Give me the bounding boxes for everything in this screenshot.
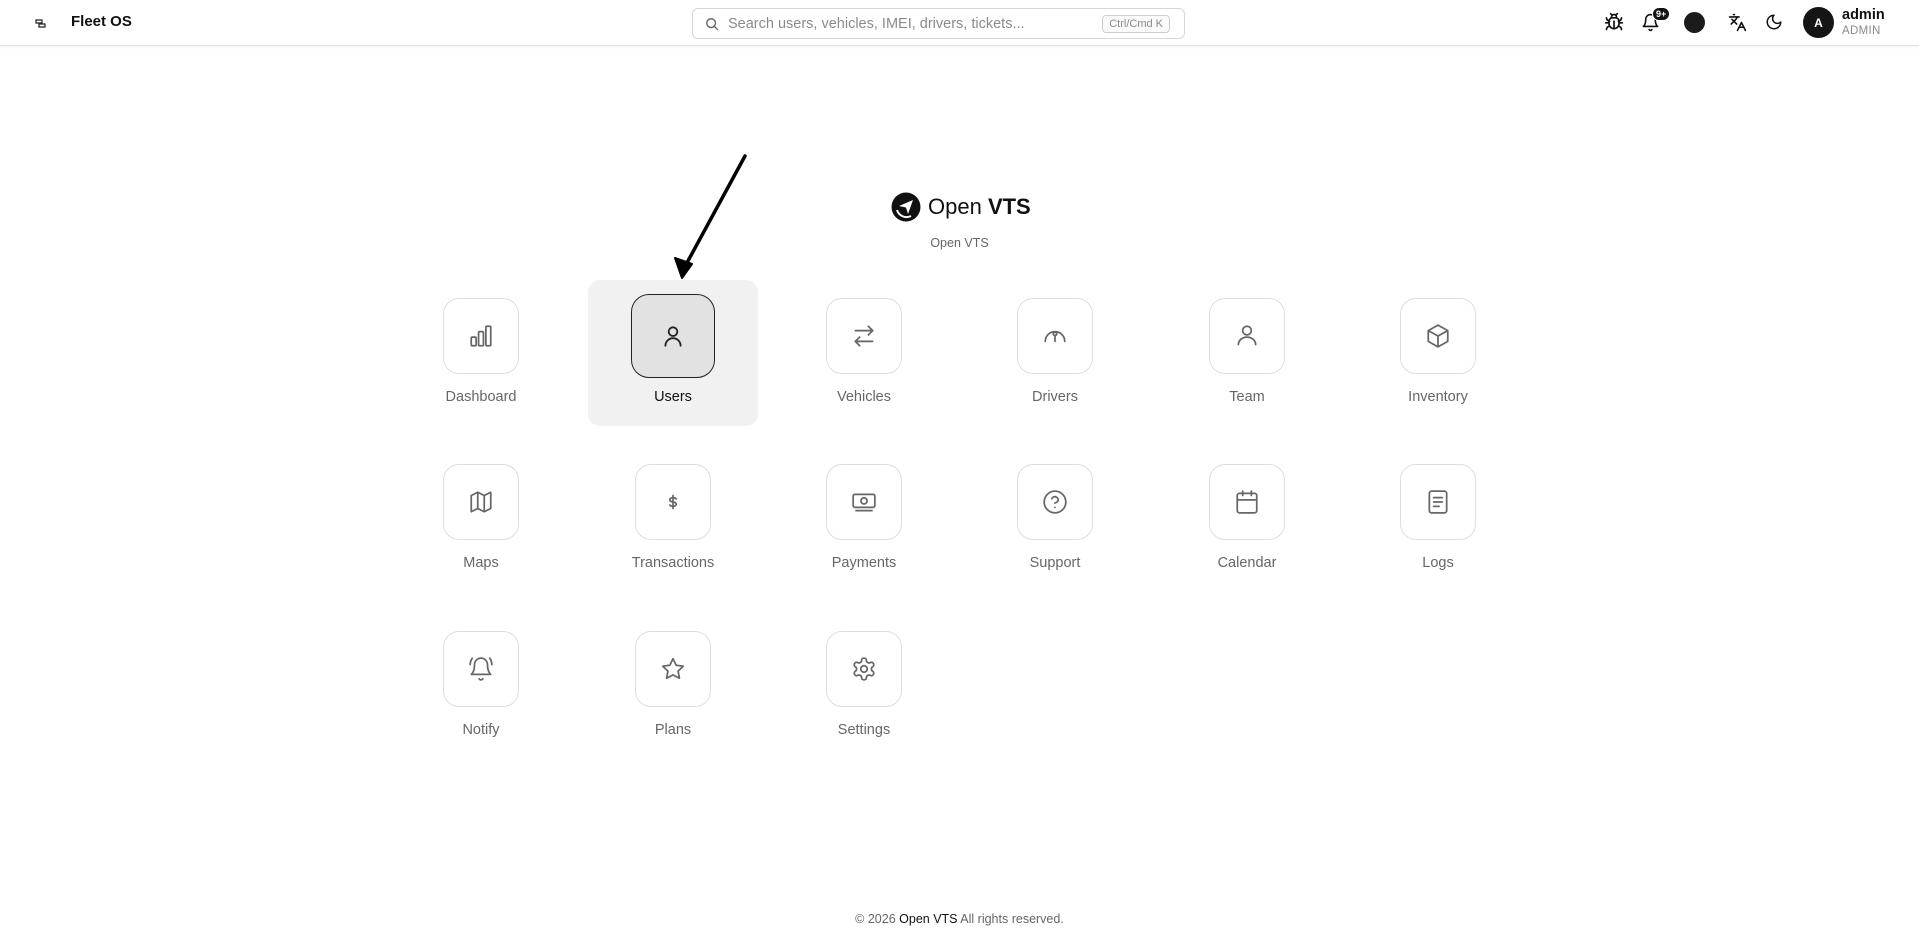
avatar[interactable]: A — [1803, 7, 1834, 38]
dark-mode-toggle[interactable] — [1762, 10, 1786, 34]
module-tile-vehicles[interactable]: Vehicles — [779, 280, 949, 426]
user-icon — [664, 326, 682, 347]
dollar-sign-icon — [668, 494, 678, 510]
star-icon — [661, 657, 685, 680]
module-tile-calendar[interactable]: Calendar — [1162, 446, 1332, 592]
tile-label: Plans — [654, 722, 692, 738]
tile-icon-box — [1017, 298, 1093, 374]
global-search-input[interactable]: Search users, vehicles, IMEI, drivers, t… — [692, 8, 1185, 39]
tile-label: Inventory — [1408, 389, 1468, 405]
tile-icon-box — [826, 298, 902, 374]
tile-label: Vehicles — [836, 389, 891, 405]
user-name[interactable]: admin — [1842, 7, 1885, 23]
tile-label: Team — [1229, 389, 1265, 405]
module-tile-logs[interactable]: Logs — [1353, 446, 1523, 592]
tile-label: Logs — [1422, 555, 1454, 571]
tile-icon-box — [635, 464, 711, 540]
module-tile-notify[interactable]: Notify — [396, 613, 566, 759]
footer-prefix: © 2026 — [855, 912, 900, 926]
bug-report-button[interactable] — [1602, 10, 1626, 34]
box-icon — [1427, 324, 1449, 348]
tile-icon-box — [635, 631, 711, 707]
document-icon — [1428, 490, 1448, 514]
help-circle-icon — [1043, 490, 1067, 514]
module-tile-transactions[interactable]: Transactions — [588, 446, 758, 592]
tile-icon-box — [443, 631, 519, 707]
pointer-arrow-icon — [674, 154, 747, 279]
tile-icon-box — [1209, 298, 1285, 374]
app-title: Fleet OS — [71, 13, 132, 30]
tile-icon-box — [443, 464, 519, 540]
brand-name-prefix: Open — [928, 194, 988, 219]
tile-icon-box — [631, 294, 715, 378]
tile-label: Settings — [837, 722, 891, 738]
tile-icon-box — [443, 298, 519, 374]
footer-copyright: © 2026 Open VTS All rights reserved. — [0, 912, 1919, 927]
notifications-count-badge: 9+ — [1652, 7, 1671, 21]
search-placeholder: Search users, vehicles, IMEI, drivers, t… — [728, 16, 1025, 32]
open-vts-logo-icon — [891, 192, 921, 222]
tile-label: Transactions — [631, 555, 715, 571]
theme-color-button[interactable] — [1684, 12, 1705, 33]
tile-icon-box — [826, 631, 902, 707]
sidebar-toggle-button[interactable] — [30, 12, 52, 34]
user-role: ADMIN — [1842, 25, 1881, 37]
top-header: Fleet OS Search users, vehicles, IMEI, d… — [0, 0, 1919, 46]
steering-wheel-icon — [1044, 330, 1066, 343]
module-tile-maps[interactable]: Maps — [396, 446, 566, 592]
footer-suffix: All rights reserved. — [957, 912, 1064, 926]
calendar-icon — [1236, 490, 1258, 514]
footer-brand: Open VTS — [899, 912, 958, 926]
swap-arrows-icon — [854, 325, 874, 347]
tile-label: Payments — [831, 555, 897, 571]
tile-label: Maps — [463, 555, 499, 571]
module-tile-drivers[interactable]: Drivers — [970, 280, 1140, 426]
tile-icon-box — [826, 464, 902, 540]
tile-label: Drivers — [1032, 389, 1078, 405]
module-tile-team[interactable]: Team — [1162, 280, 1332, 426]
tile-label: Notify — [462, 722, 500, 738]
bug-icon — [1604, 12, 1624, 31]
search-shortcut-hint: Ctrl/Cmd K — [1102, 15, 1170, 33]
team-user-icon — [1237, 325, 1257, 346]
bar-chart-icon — [470, 325, 492, 347]
module-tile-inventory[interactable]: Inventory — [1353, 280, 1523, 426]
language-button[interactable] — [1725, 10, 1749, 34]
search-icon — [706, 18, 719, 31]
brand-subtitle: Open VTS — [930, 236, 989, 250]
brand-name-bold: VTS — [987, 194, 1031, 219]
module-tile-payments[interactable]: Payments — [779, 446, 949, 592]
banknote-icon — [852, 493, 876, 512]
module-tile-users[interactable]: Users — [588, 280, 758, 426]
map-icon — [470, 491, 492, 513]
module-tile-settings[interactable]: Settings — [779, 613, 949, 759]
gear-icon — [853, 657, 875, 681]
brand-logo-block: Open VTS — [891, 191, 1031, 223]
panel-toggle-icon — [35, 19, 46, 28]
tile-label: Users — [654, 389, 692, 405]
tile-icon-box — [1400, 464, 1476, 540]
module-tile-plans[interactable]: Plans — [588, 613, 758, 759]
bell-ringing-icon — [469, 657, 493, 681]
tile-label: Support — [1029, 555, 1081, 571]
notifications-button[interactable]: 9+ — [1638, 7, 1671, 34]
tile-label: Dashboard — [445, 389, 517, 405]
module-tile-dashboard[interactable]: Dashboard — [396, 280, 566, 426]
translate-icon — [1728, 13, 1746, 31]
tile-label: Calendar — [1217, 555, 1277, 571]
tile-icon-box — [1400, 298, 1476, 374]
module-tile-support[interactable]: Support — [970, 446, 1140, 592]
tile-icon-box — [1209, 464, 1285, 540]
brand-name: Open VTS — [928, 194, 1031, 220]
tile-icon-box — [1017, 464, 1093, 540]
moon-icon — [1766, 14, 1782, 30]
